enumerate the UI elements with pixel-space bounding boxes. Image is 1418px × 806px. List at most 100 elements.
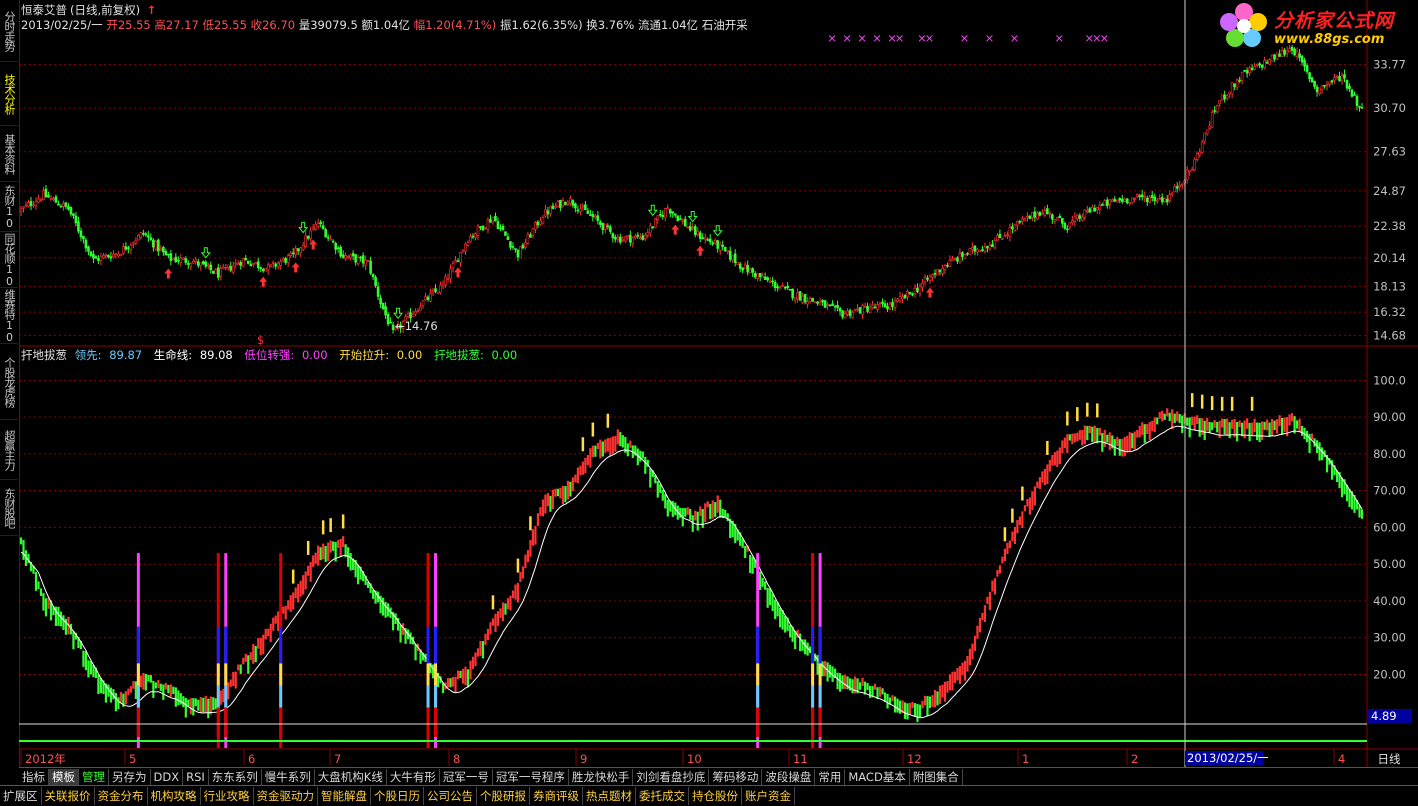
candle-body: [1008, 227, 1012, 237]
candle-body: [209, 264, 213, 271]
function-tab[interactable]: 委托成交: [636, 787, 689, 805]
candle-body: [189, 263, 193, 267]
candle-body: [648, 225, 652, 234]
sidebar-tab-3[interactable]: 东财10: [0, 182, 18, 232]
candle-body: [1051, 214, 1054, 220]
sidebar-tab-8[interactable]: 东财股吧: [0, 480, 18, 536]
candle-body: [646, 232, 650, 236]
candle-body: [1248, 67, 1251, 73]
indicator-tab[interactable]: 管理: [79, 768, 109, 785]
candle-body: [1353, 94, 1356, 96]
indicator-tab[interactable]: 模板: [49, 768, 79, 785]
candle-body: [441, 283, 445, 287]
function-tab[interactable]: 行业攻略: [201, 787, 254, 805]
candle-body: [828, 304, 832, 307]
sidebar-tab-5[interactable]: 维赛特10: [0, 288, 18, 344]
candle-body: [963, 254, 967, 259]
candle-body: [1348, 85, 1351, 90]
candle-body: [231, 265, 235, 273]
candle-body: [861, 305, 864, 315]
candle-body: [114, 253, 118, 256]
candle-body: [364, 259, 367, 266]
indicator-tab[interactable]: 冠军一号程序: [493, 768, 569, 785]
indicator-tab[interactable]: 附图集合: [910, 768, 963, 785]
stock-name: 恒泰艾普: [21, 3, 67, 17]
indicator-tab[interactable]: 冠军一号: [440, 768, 493, 785]
candle-body: [1178, 184, 1182, 188]
function-tab[interactable]: 机构攻略: [148, 787, 201, 805]
candle-body: [1058, 215, 1062, 218]
indicator-tab[interactable]: 指标: [19, 768, 49, 785]
period-button[interactable]: 日线: [1378, 752, 1401, 766]
candle-body: [1220, 94, 1224, 101]
candle-body: [554, 205, 557, 208]
candle-body: [239, 262, 243, 266]
price-tick-label: 24.87: [1373, 184, 1406, 198]
candle-body: [594, 215, 597, 218]
sidebar-tab-1[interactable]: 技术分析: [0, 62, 18, 126]
function-tab[interactable]: 持仓股份: [689, 787, 742, 805]
candle-body: [1190, 169, 1194, 172]
candle-body: [356, 257, 360, 265]
indicator-tick-label: 70.00: [1373, 484, 1406, 498]
candle-body: [39, 199, 43, 201]
candle-body: [611, 233, 615, 238]
amp-label: 振: [499, 18, 512, 32]
indicator-tab[interactable]: 另存为: [109, 768, 151, 785]
function-tab[interactable]: 智能解盘: [318, 787, 371, 805]
function-tab[interactable]: 扩展区: [0, 787, 42, 805]
candle-body: [1120, 198, 1124, 202]
function-tab[interactable]: 关联报价: [42, 787, 95, 805]
candle-body: [294, 248, 297, 255]
function-tab[interactable]: 热点题材: [583, 787, 636, 805]
indicator-tab[interactable]: 刘剑看盘抄底: [633, 768, 710, 785]
candle-body: [1018, 221, 1022, 223]
function-tab[interactable]: 账户资金: [742, 787, 795, 805]
candle-body: [1323, 84, 1326, 87]
chart-area[interactable]: 33.77 30.70 27.63 24.87 22.38 20.14 18.13 16.32…: [19, 0, 1418, 767]
buy-arrow-icon: [925, 287, 934, 298]
sidebar-tab-6[interactable]: 个股龙虎榜: [0, 344, 18, 420]
indicator-tab[interactable]: DDX: [151, 768, 184, 785]
candle-body: [831, 303, 834, 306]
indicator-tab[interactable]: MACD基本: [845, 768, 910, 785]
indicator-tab[interactable]: 大牛有形: [387, 768, 440, 785]
function-tab[interactable]: 资金分布: [95, 787, 148, 805]
function-tab[interactable]: 公司公告: [424, 787, 477, 805]
candle-body: [84, 239, 88, 249]
candle-body: [339, 246, 342, 257]
candle-body: [968, 248, 972, 255]
function-tab[interactable]: 个股日历: [371, 787, 424, 805]
candle-body: [951, 258, 954, 262]
candle-body: [1100, 204, 1104, 206]
sidebar-tab-0[interactable]: 分时走势: [0, 0, 18, 62]
candle-body: [486, 219, 490, 230]
sidebar-tab-4[interactable]: 同花顺10: [0, 232, 18, 288]
indicator-tab[interactable]: 波段操盘: [762, 768, 816, 785]
candle-body: [584, 204, 587, 211]
function-tab[interactable]: 资金驱动力: [254, 787, 318, 805]
sidebar-tab-2[interactable]: 基本资料: [0, 126, 18, 182]
price-tick-label: 20.14: [1373, 251, 1406, 265]
candle-body: [1223, 94, 1226, 100]
function-tab[interactable]: 个股研报: [477, 787, 530, 805]
sidebar-tab-7[interactable]: 超赢主力: [0, 420, 18, 480]
indicator-tick-label: 20.00: [1373, 667, 1406, 681]
candle-body: [1203, 132, 1206, 142]
indicator-tab[interactable]: 常用: [815, 768, 846, 785]
indicator-tab[interactable]: 大盘机构K线: [315, 768, 387, 785]
candle-body: [1153, 196, 1157, 202]
indicator-tab[interactable]: 东东系列: [209, 768, 262, 785]
function-tab[interactable]: 券商评级: [530, 787, 583, 805]
indicator-tab[interactable]: RSI: [183, 768, 209, 785]
indicator-tick-label: 80.00: [1373, 447, 1406, 461]
indicator-tab[interactable]: 筹码移动: [709, 768, 763, 785]
candle-body: [1140, 194, 1144, 198]
candle-body: [226, 264, 230, 268]
indicator-tab[interactable]: 胜龙快松手: [569, 768, 634, 785]
indicator-tab[interactable]: 慢牛系列: [262, 768, 315, 785]
candle-body: [1198, 151, 1201, 156]
candle-body: [596, 215, 600, 221]
logo-text: 分析家公式网: [1274, 10, 1395, 32]
candle-body: [1041, 212, 1044, 215]
